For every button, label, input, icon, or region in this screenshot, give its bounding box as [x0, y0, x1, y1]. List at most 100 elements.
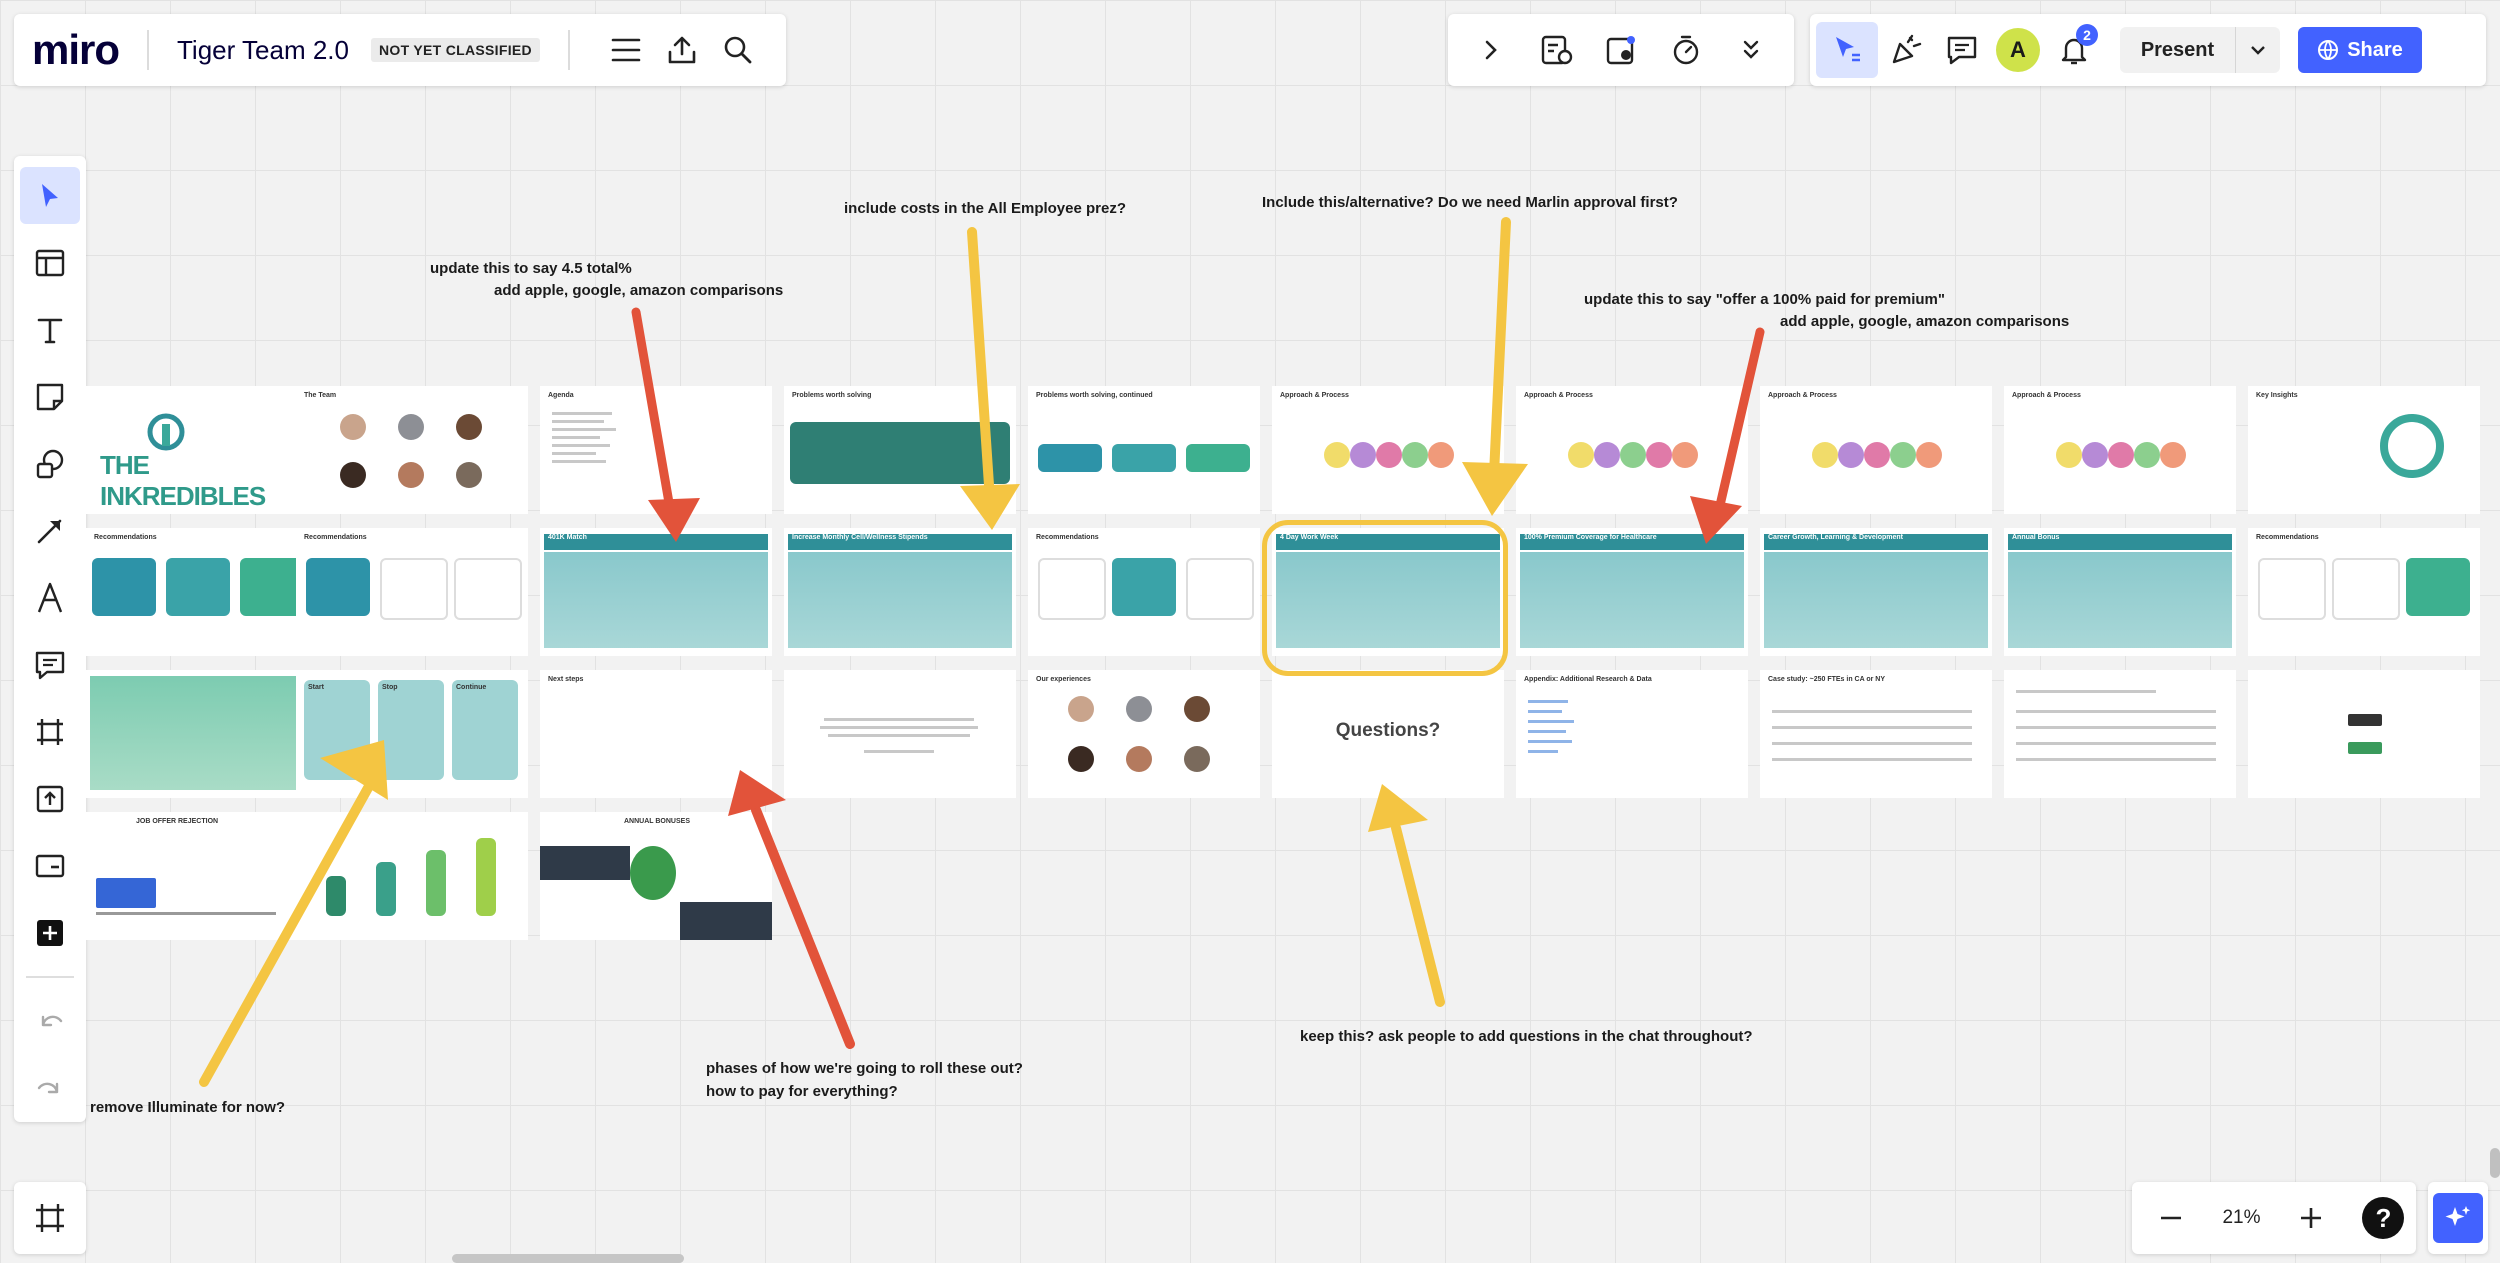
help-button[interactable]: ? [2362, 1197, 2405, 1239]
slide-row3-1[interactable] [86, 670, 318, 798]
select-tool-icon[interactable] [20, 167, 80, 224]
slide-approach-4[interactable]: Approach & Process [2004, 386, 2236, 514]
frames-panel-button[interactable] [14, 1182, 86, 1254]
annotation-note[interactable]: how to pay for everything? [706, 1083, 898, 1100]
timer-template-icon[interactable] [1528, 22, 1584, 78]
zoom-in-icon[interactable] [2283, 1190, 2339, 1246]
comments-icon[interactable] [1934, 22, 1990, 78]
process-dot [1568, 442, 1594, 468]
shapes-icon[interactable] [20, 435, 80, 492]
slide-annual-bonus[interactable]: Annual Bonus [2004, 528, 2236, 656]
slide-title-text: Approach & Process [1524, 392, 1593, 399]
slide-benefits-list[interactable] [2004, 670, 2236, 798]
slide-agenda[interactable]: Agenda [540, 386, 772, 514]
cursor-follow-button[interactable] [1816, 22, 1878, 78]
embed-card-icon[interactable] [20, 837, 80, 894]
slide-team[interactable]: The Team [296, 386, 528, 514]
rec-box [380, 558, 448, 620]
board-title[interactable]: Tiger Team 2.0 [177, 35, 349, 66]
slide-approach-2[interactable]: Approach & Process [1516, 386, 1748, 514]
comment-icon[interactable] [20, 636, 80, 693]
slide-recommendations-3[interactable]: Recommendations [1028, 528, 1260, 656]
celebrate-icon[interactable] [1878, 22, 1934, 78]
process-dot [1812, 442, 1838, 468]
slide-recommendations-2[interactable]: Recommendations [296, 528, 528, 656]
slide-healthcare[interactable]: 100% Premium Coverage for Healthcare [1516, 528, 1748, 656]
process-dot [1350, 442, 1376, 468]
redo-icon[interactable] [20, 1060, 80, 1117]
connection-line-icon[interactable] [20, 502, 80, 559]
zoom-level[interactable]: 21% [2222, 1207, 2260, 1229]
templates-icon[interactable] [20, 234, 80, 291]
chevron-right-icon[interactable] [1463, 22, 1519, 78]
slide-start-stop-continue[interactable]: Start Stop Continue [296, 670, 528, 798]
avatar[interactable]: A [1996, 28, 2040, 72]
table-line [2016, 742, 2216, 745]
horizontal-scrollbar[interactable] [452, 1254, 684, 1263]
chevron-double-down-icon[interactable] [1723, 22, 1779, 78]
board-header: miro Tiger Team 2.0 NOT YET CLASSIFIED [14, 14, 786, 86]
slide-benchmarking[interactable] [2248, 670, 2480, 798]
annotation-note[interactable]: remove Illuminate for now? [90, 1099, 285, 1116]
arrow-yellow [1391, 823, 1445, 1007]
annotation-note[interactable]: add apple, google, amazon comparisons [1780, 313, 2069, 330]
seesaw [96, 912, 276, 915]
vertical-scrollbar[interactable] [2490, 1148, 2500, 1178]
slide-problems[interactable]: Problems worth solving [784, 386, 1016, 514]
classification-badge[interactable]: NOT YET CLASSIFIED [371, 38, 540, 62]
slide-401k-match[interactable]: 401K Match [540, 528, 772, 656]
annotation-note[interactable]: include costs in the All Employee prez? [844, 200, 1126, 217]
rec-box [306, 558, 370, 616]
ai-sparkle-icon[interactable] [2433, 1193, 2483, 1243]
chevron-down-icon[interactable] [2235, 27, 2280, 73]
slide-next-steps[interactable]: Next steps [540, 670, 772, 798]
undo-icon[interactable] [20, 993, 80, 1050]
notifications-bell-icon[interactable]: 2 [2046, 22, 2102, 78]
pen-icon[interactable] [20, 569, 80, 626]
text-icon[interactable] [20, 301, 80, 358]
frame-icon[interactable] [20, 703, 80, 760]
annotation-note[interactable]: add apple, google, amazon comparisons [494, 282, 783, 299]
slide-approach-1[interactable]: Approach & Process [1272, 386, 1504, 514]
team-photo [456, 462, 482, 488]
slide-job-offer-rejection[interactable]: JOB OFFER REJECTION [86, 812, 318, 940]
slide-time-to-hire[interactable] [296, 812, 528, 940]
slide-stipends[interactable]: Increase Monthly Cell/Wellness Stipends [784, 528, 1016, 656]
text-line [552, 420, 604, 423]
slide-title-text: Increase Monthly Cell/Wellness Stipends [792, 534, 928, 541]
add-icon[interactable] [20, 904, 80, 961]
slide-case-study[interactable]: Case study: ~250 FTEs in CA or NY [1760, 670, 1992, 798]
slide-appendix[interactable]: Appendix: Additional Research & Data [1516, 670, 1748, 798]
slide-title-text: 401K Match [548, 534, 587, 541]
annotation-note[interactable]: keep this? ask people to add questions i… [1300, 1028, 1753, 1045]
avatar-wrap: A [1990, 22, 2046, 78]
slide-recommendations-4[interactable]: Recommendations [2248, 528, 2480, 656]
annotation-note[interactable]: update this to say "offer a 100% paid fo… [1584, 291, 1945, 308]
present-button[interactable]: Present [2120, 27, 2280, 73]
slide-problems-continued[interactable]: Problems worth solving, continued [1028, 386, 1260, 514]
slide-annual-bonuses[interactable]: ANNUAL BONUSES [540, 812, 772, 940]
slide-career-growth[interactable]: Career Growth, Learning & Development [1760, 528, 1992, 656]
text-line [552, 460, 606, 463]
share-button[interactable]: Share [2298, 27, 2422, 73]
slide-approach-3[interactable]: Approach & Process [1760, 386, 1992, 514]
stopwatch-icon[interactable] [1658, 22, 1714, 78]
slide-title[interactable]: THE INKREDIBLES [86, 386, 318, 514]
sticky-note-icon[interactable] [20, 368, 80, 425]
annotation-note[interactable]: phases of how we're going to roll these … [706, 1060, 1023, 1077]
slide-recommendations-1[interactable]: Recommendations [86, 528, 318, 656]
voting-icon[interactable] [1593, 22, 1649, 78]
slide-key-insights[interactable]: Key Insights [2248, 386, 2480, 514]
menu-icon[interactable] [598, 22, 654, 78]
slide-closing-text[interactable] [784, 670, 1016, 798]
zoom-out-icon[interactable] [2143, 1190, 2199, 1246]
annotation-note[interactable]: update this to say 4.5 total% [430, 260, 632, 277]
export-icon[interactable] [654, 22, 710, 78]
slide-questions[interactable]: Questions? [1272, 670, 1504, 798]
annotation-note[interactable]: Include this/alternative? Do we need Mar… [1262, 194, 1678, 211]
search-icon[interactable] [710, 22, 766, 78]
miro-logo[interactable]: miro [32, 26, 120, 74]
selected-frame-highlight[interactable] [1262, 520, 1508, 676]
upload-icon[interactable] [20, 770, 80, 827]
slide-our-experiences[interactable]: Our experiences [1028, 670, 1260, 798]
